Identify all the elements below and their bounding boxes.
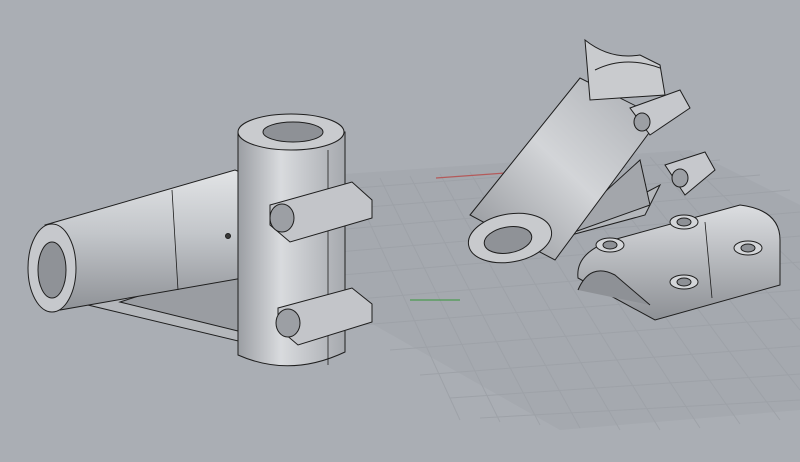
pin-hole-a	[225, 233, 231, 239]
rhino-perspective-viewport[interactable]	[0, 0, 800, 462]
lower-bolt-hole-a	[275, 308, 301, 338]
tube-bore-a	[37, 241, 67, 299]
vertical-bore-a	[262, 121, 324, 143]
saddle-half-b	[584, 38, 666, 101]
viewport-canvas[interactable]	[0, 0, 800, 462]
assembled-bracket[interactable]	[27, 113, 373, 367]
upper-bolt-hole-a	[269, 203, 295, 233]
